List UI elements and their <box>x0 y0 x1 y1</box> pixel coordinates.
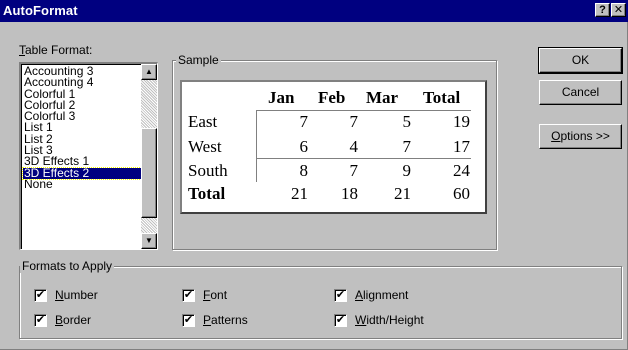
cancel-button[interactable]: Cancel <box>539 80 622 105</box>
sample-cell: 24 <box>453 161 470 180</box>
sample-cell: 5 <box>402 112 412 131</box>
format-label-mnemonic: N <box>55 288 64 302</box>
sample-cell: 7 <box>299 112 309 131</box>
sample-grid-line <box>256 110 257 182</box>
format-label-mnemonic: W <box>355 313 367 327</box>
sample-row-label: South <box>188 161 228 180</box>
window-title: AutoFormat <box>3 3 78 18</box>
format-checkbox[interactable]: ✔ <box>334 289 347 302</box>
scroll-up-icon: ▲ <box>145 67 153 76</box>
format-checkbox[interactable]: ✔ <box>182 289 195 302</box>
sample-preview: Jan Feb Mar Total East West South Total … <box>180 80 487 214</box>
help-icon: ? <box>599 4 606 16</box>
format-checkbox-label[interactable]: Border <box>55 313 91 327</box>
scroll-down-button[interactable]: ▼ <box>141 233 157 249</box>
title-bar[interactable]: AutoFormat ? ✕ <box>0 0 628 22</box>
format-label-rest: umber <box>63 288 98 302</box>
formats-to-apply-group <box>19 266 622 339</box>
sample-cell: 7 <box>402 137 412 156</box>
table-format-item[interactable]: None <box>23 178 141 190</box>
format-label-mnemonic: P <box>203 313 212 327</box>
format-checkbox[interactable]: ✔ <box>334 314 347 327</box>
sample-row-label: East <box>188 112 218 131</box>
sample-cell: 18 <box>341 184 358 203</box>
sample-cell: 7 <box>349 112 359 131</box>
sample-cell: 19 <box>453 112 470 131</box>
list-scrollbar[interactable]: ▲ ▼ <box>141 64 157 249</box>
format-label-mnemonic: B <box>55 313 64 327</box>
check-mark-icon: ✔ <box>335 289 346 301</box>
sample-column-header: Feb <box>318 88 346 107</box>
sample-group-label: Sample <box>176 53 221 67</box>
format-checkbox[interactable]: ✔ <box>34 289 47 302</box>
sample-column-header: Jan <box>268 88 295 107</box>
scroll-up-button[interactable]: ▲ <box>141 64 157 80</box>
format-checkbox-label[interactable]: Font <box>203 288 227 302</box>
help-button[interactable]: ? <box>595 3 610 17</box>
sample-cell: 4 <box>349 137 359 156</box>
sample-row-label: Total <box>188 184 226 203</box>
sample-cell: 6 <box>299 137 309 156</box>
format-label-rest: lignment <box>363 288 409 302</box>
table-format-list[interactable]: Accounting 3 Accounting 4 Colorful 1 Colorf… <box>19 62 158 250</box>
format-checkbox-label[interactable]: Alignment <box>355 288 408 302</box>
sample-cell: 21 <box>291 184 308 203</box>
autoformat-dialog: AutoFormat ? ✕ Table Format: Accounting … <box>0 0 628 350</box>
close-icon: ✕ <box>613 4 624 16</box>
format-label-mnemonic: A <box>355 288 364 302</box>
scroll-thumb[interactable] <box>141 128 157 218</box>
sample-cell: 60 <box>453 184 470 203</box>
sample-grid-line <box>256 158 471 159</box>
format-label-rest: idth/Height <box>366 313 424 327</box>
sample-cell: 8 <box>299 161 309 180</box>
check-mark-icon: ✔ <box>35 314 46 326</box>
format-label-rest: ont <box>210 288 228 302</box>
sample-column-header: Total <box>423 88 461 107</box>
sample-cell: 9 <box>402 161 412 180</box>
table-format-label-rest: able Format: <box>25 43 93 57</box>
sample-grid-line <box>256 134 471 135</box>
formats-to-apply-label: Formats to Apply <box>20 259 115 273</box>
format-checkbox-label[interactable]: Patterns <box>203 313 248 327</box>
format-checkbox[interactable]: ✔ <box>182 314 195 327</box>
check-mark-icon: ✔ <box>335 314 346 326</box>
sample-cell: 7 <box>349 161 359 180</box>
format-checkbox-label[interactable]: Width/Height <box>355 313 424 327</box>
sample-column-header: Mar <box>366 88 399 107</box>
sample-grid-line <box>256 182 471 183</box>
check-mark-icon: ✔ <box>183 289 194 301</box>
check-mark-icon: ✔ <box>183 314 194 326</box>
options-button[interactable]: Options >> <box>539 124 622 149</box>
close-button[interactable]: ✕ <box>611 3 626 17</box>
format-checkbox[interactable]: ✔ <box>34 314 47 327</box>
check-mark-icon: ✔ <box>35 289 46 301</box>
sample-grid-line <box>256 110 471 111</box>
sample-row-label: West <box>188 137 222 156</box>
table-format-label: Table Format: <box>19 43 92 57</box>
sample-cell: 17 <box>453 137 470 156</box>
sample-cell: 21 <box>394 184 411 203</box>
ok-button[interactable]: OK <box>538 47 623 74</box>
options-label-rest: ptions >> <box>560 129 610 143</box>
table-format-items: Accounting 3 Accounting 4 Colorful 1 Colorf… <box>22 65 142 190</box>
format-label-rest: atterns <box>211 313 248 327</box>
format-label-rest: order <box>63 313 92 327</box>
scroll-down-icon: ▼ <box>145 236 153 245</box>
format-checkbox-label[interactable]: Number <box>55 288 98 302</box>
